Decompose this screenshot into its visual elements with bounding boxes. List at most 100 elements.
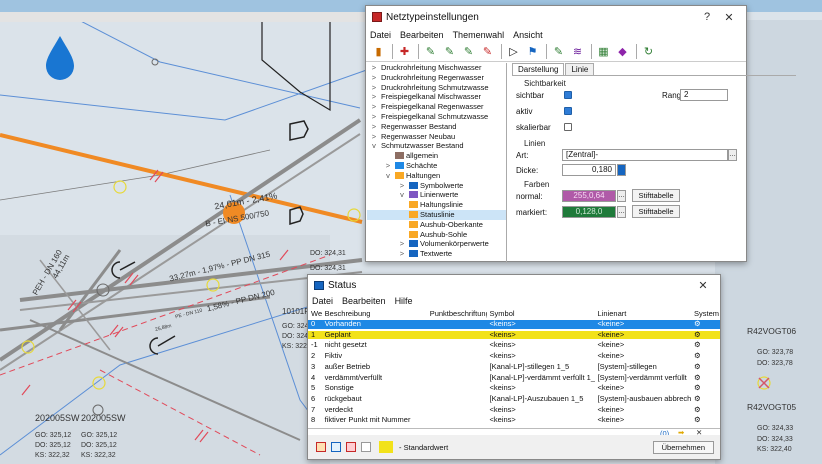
tree-item[interactable]: v Haltungen — [367, 171, 506, 181]
left-node-1-go: GO: 325,12 — [35, 432, 72, 439]
tree-item[interactable]: > Volumenkörperwerte — [367, 239, 506, 249]
tree-item[interactable]: v Schmutzwasser Bestand — [367, 141, 506, 151]
tree-item[interactable]: Aushub-Sohle — [367, 230, 506, 240]
table-row[interactable]: 3 außer Betrieb [Kanal-LP]-stillegen 1_5 [S… — [308, 363, 720, 372]
netztypeinstellungen-window: Netztypeinstellungen ? ✕ Datei Bearbeite… — [365, 5, 796, 263]
table-cell-punkt — [427, 331, 487, 340]
table-cell-linie: <keine> — [597, 384, 625, 393]
aktiv-checkbox[interactable] — [564, 107, 572, 115]
tree-item[interactable]: > Druckrohrleitung Schmutzwasse — [367, 83, 506, 93]
app-ribbon-strip — [0, 12, 365, 22]
tree-item[interactable]: > Schächte — [367, 161, 506, 171]
menu-bearbeiten[interactable]: Bearbeiten — [400, 30, 444, 40]
tree-item[interactable]: > Druckrohrleitung Mischwasser — [367, 63, 506, 73]
close-icon[interactable]: ✕ — [692, 279, 714, 292]
menu-datei[interactable]: Datei — [370, 30, 391, 40]
normal-color-browse[interactable]: … — [617, 190, 626, 202]
table-icon[interactable] — [316, 442, 326, 452]
col-header-symbol[interactable]: Symbol — [487, 309, 595, 319]
status-titlebar[interactable]: Status ✕ — [308, 275, 720, 295]
col-header-punktbeschriftung[interactable]: Punktbeschriftung — [427, 309, 487, 319]
table-row[interactable]: 0 Vorhanden <keins> <keine> ⚙ — [308, 320, 720, 329]
col-header-system[interactable]: System — [691, 309, 720, 319]
menu-datei[interactable]: Datei — [312, 296, 333, 306]
art-field[interactable]: [Zentral]- — [562, 149, 728, 161]
table-row[interactable]: 2 Fiktiv <keins> <keine> ⚙ — [308, 352, 720, 361]
normal-stifttabelle-button[interactable]: Stifttabelle — [632, 189, 680, 202]
grid-icon[interactable]: ▦ — [595, 44, 612, 60]
copy-icon[interactable] — [331, 442, 341, 452]
tab-linie[interactable]: Linie — [565, 63, 595, 75]
tree-item-selected[interactable]: Statuslinie — [367, 209, 506, 220]
netz-titlebar[interactable]: Netztypeinstellungen ? ✕ — [366, 6, 746, 28]
tree-item[interactable]: Aushub-Oberkante — [367, 220, 506, 230]
table-row[interactable]: 5 Sonstige <keins> <keine> ⚙ — [308, 384, 720, 393]
dicke-field[interactable]: 0,180 — [562, 164, 616, 176]
blank-icon[interactable] — [361, 442, 371, 452]
tab-darstellung[interactable]: Darstellung — [512, 63, 565, 75]
tree-item[interactable]: > Regenwasser Neubau — [367, 132, 506, 142]
refresh-icon[interactable]: ↻ — [640, 44, 657, 60]
line-icon — [409, 220, 418, 228]
netz-tree[interactable]: > Druckrohrleitung Mischwasser > Druckrohr… — [367, 63, 507, 263]
remove-icon[interactable] — [346, 442, 356, 452]
table-cell-symbol: <keins> — [489, 330, 516, 339]
table-row[interactable]: 6 rückgebaut [Kanal-LP]-Auszubauen 1_5 [Sys… — [308, 395, 720, 404]
tree-item[interactable]: Haltungslinie — [367, 200, 506, 210]
rang-spinner[interactable]: 2 — [680, 89, 728, 101]
menu-ansicht[interactable]: Ansicht — [513, 30, 543, 40]
eraser-icon[interactable]: ◆ — [614, 44, 631, 60]
line-icon — [409, 230, 418, 238]
tree-item[interactable]: > Symbolwerte — [367, 181, 506, 191]
table-cell-besch: rückgebaut — [324, 394, 362, 403]
col-header-linienart[interactable]: Linienart — [595, 309, 691, 319]
tree-item[interactable]: > Freispiegelkanal Mischwasser — [367, 92, 506, 102]
art-browse-button[interactable]: … — [728, 149, 737, 161]
markiert-color-browse[interactable]: … — [617, 206, 626, 218]
pen-copy-icon[interactable]: ✎ — [441, 44, 458, 60]
tree-item[interactable]: > Freispiegelkanal Schmutzwasse — [367, 112, 506, 122]
tree-item[interactable]: v Linienwerte — [367, 190, 506, 200]
left-node-2-ks: KS: 322,32 — [81, 452, 116, 459]
dicke-pen-button[interactable] — [617, 164, 626, 176]
symbol-icon — [409, 181, 418, 189]
tree-item[interactable]: > Regenwasser Bestand — [367, 122, 506, 132]
table-row[interactable]: 1 Geplant <keins> <keine> ⚙ — [308, 330, 720, 340]
table-cell-punkt — [427, 395, 487, 404]
pen-new-icon[interactable]: ✎ — [422, 44, 439, 60]
status-menubar: Datei Bearbeiten Hilfe — [308, 295, 720, 307]
markiert-color-field[interactable]: 0,128,0 — [562, 206, 616, 218]
normal-color-field[interactable]: 255,0,64 — [562, 190, 616, 202]
pointer-icon[interactable]: ▷ — [505, 44, 522, 60]
markiert-label: markiert: — [516, 208, 548, 217]
skalierbar-checkbox[interactable] — [564, 123, 572, 131]
tree-item[interactable]: > Druckrohrleitung Regenwasser — [367, 73, 506, 83]
tree-item[interactable]: > Freispiegelkanal Regenwasser — [367, 102, 506, 112]
node-label-10101: 10101F — [282, 307, 310, 316]
menu-bearbeiten[interactable]: Bearbeiten — [342, 296, 386, 306]
sichtbar-checkbox[interactable] — [564, 91, 572, 99]
uebernehmen-button[interactable]: Übernehmen — [652, 440, 714, 454]
pen-delete-icon[interactable]: ✎ — [479, 44, 496, 60]
close-icon[interactable]: ✕ — [718, 11, 740, 24]
markiert-stifttabelle-button[interactable]: Stifttabelle — [632, 205, 680, 218]
crosshair-icon[interactable]: ✚ — [396, 44, 413, 60]
exit-icon[interactable]: ▮ — [370, 44, 387, 60]
tree-item[interactable]: > Textwerte — [367, 249, 506, 259]
table-row[interactable]: 7 verdeckt <keins> <keine> ⚙ — [308, 406, 720, 415]
flag-icon[interactable]: ⚑ — [524, 44, 541, 60]
pen-settings-icon[interactable]: ✎ — [550, 44, 567, 60]
line-style-icon[interactable]: ≋ — [569, 44, 586, 60]
menu-themenwahl[interactable]: Themenwahl — [453, 30, 505, 40]
table-row[interactable]: -1 nicht gesetzt <keins> <keine> ⚙ — [308, 341, 720, 350]
pen-edit-icon[interactable]: ✎ — [460, 44, 477, 60]
col-header-wert[interactable]: Wert — [308, 309, 322, 319]
col-header-beschreibung[interactable]: Beschreibung — [322, 309, 427, 319]
tree-item[interactable]: allgemein — [367, 151, 506, 161]
table-row[interactable]: 4 verdämmt/verfüllt [Kanal-LP]-verdämmt ve… — [308, 374, 720, 383]
help-button[interactable]: ? — [696, 11, 718, 23]
menu-hilfe[interactable]: Hilfe — [395, 296, 413, 306]
table-row[interactable]: 8 fiktiver Punkt mit Nummer <keins> <keine>… — [308, 416, 720, 425]
table-cell-punkt — [427, 341, 487, 350]
table-cell-besch: Geplant — [324, 330, 351, 339]
